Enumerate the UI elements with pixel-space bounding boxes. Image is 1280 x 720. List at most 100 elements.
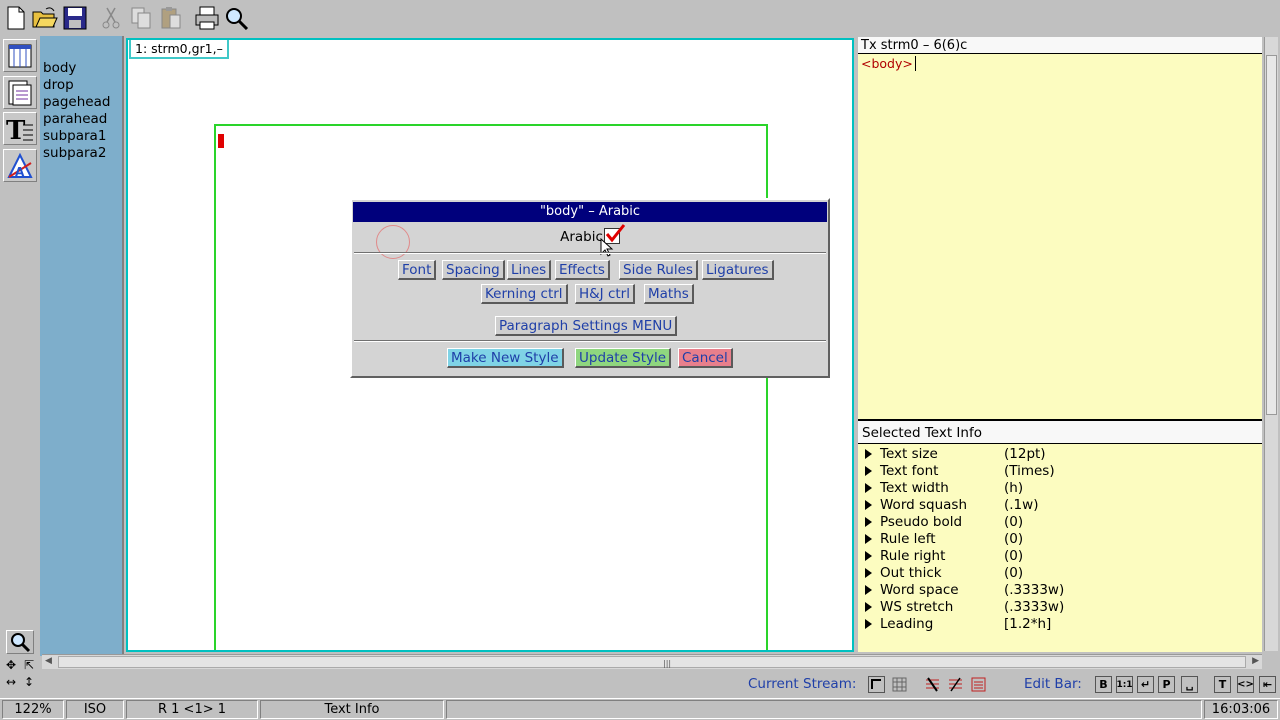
space-icon[interactable]: ␣ (1181, 676, 1198, 693)
ratio-icon[interactable]: 1:1 (1116, 676, 1133, 693)
stream-grid-icon[interactable] (891, 676, 908, 693)
cut-icon[interactable] (98, 4, 124, 32)
paragraph-settings-menu-button[interactable]: Paragraph Settings MENU (495, 316, 678, 336)
font-button[interactable]: Font (398, 260, 437, 280)
hj-ctrl-button[interactable]: H&J ctrl (575, 284, 635, 304)
select-arrow-icon[interactable]: ⇱ (21, 658, 37, 672)
clock: 16:03:06 (1204, 700, 1278, 719)
expand-triangle-icon[interactable] (865, 500, 872, 510)
expand-triangle-icon[interactable] (865, 534, 872, 544)
style-item-subpara2[interactable]: subpara2 (43, 145, 106, 162)
scrollbar-thumb[interactable]: ||| (58, 656, 1246, 668)
zoom-view-icon[interactable] (6, 630, 34, 654)
info-row-rule-right[interactable]: Rule right (0) (858, 548, 1262, 565)
book-tool-icon[interactable] (3, 39, 37, 72)
info-row-text-width[interactable]: Text width (h) (858, 480, 1262, 497)
style-list: body drop pagehead parahead subpara1 sub… (40, 36, 124, 656)
info-value: (h) (1004, 480, 1024, 496)
style-item-parahead[interactable]: parahead (43, 111, 107, 128)
expand-triangle-icon[interactable] (865, 551, 872, 561)
bold-icon[interactable]: B (1095, 676, 1112, 693)
expand-triangle-icon[interactable] (865, 483, 872, 493)
page-tool-icon[interactable] (3, 76, 37, 109)
scroll-right-arrow-icon[interactable]: ▶ (1252, 656, 1259, 666)
start-of-line-icon[interactable]: ⇤ (1259, 676, 1276, 693)
tag-mode-icon[interactable]: <> (1237, 676, 1254, 693)
move-icon[interactable]: ✥ (3, 658, 19, 672)
encoding-indicator: ISO (66, 700, 124, 719)
info-row-word-space[interactable]: Word space (.3333w) (858, 582, 1262, 599)
current-stream-label: Current Stream: (748, 676, 857, 692)
expand-triangle-icon[interactable] (865, 517, 872, 527)
arabic-label: Arabic (560, 229, 603, 245)
save-disk-icon[interactable] (62, 4, 88, 32)
open-folder-icon[interactable] (32, 4, 58, 32)
print-icon[interactable] (194, 4, 220, 32)
info-row-out-thick[interactable]: Out thick (0) (858, 565, 1262, 582)
info-row-leading[interactable]: Leading [1.2*h] (858, 616, 1262, 633)
maths-button[interactable]: Maths (644, 284, 694, 304)
info-row-ws-stretch[interactable]: WS stretch (.3333w) (858, 599, 1262, 616)
info-key: Rule right (880, 548, 946, 564)
spacing-button[interactable]: Spacing (442, 260, 505, 280)
style-item-drop[interactable]: drop (43, 77, 74, 94)
info-key: Text size (880, 446, 938, 462)
effects-button[interactable]: Effects (555, 260, 610, 280)
main-toolbar (0, 0, 1280, 36)
zoom-magnifier-icon[interactable] (224, 4, 250, 32)
update-style-button[interactable]: Update Style (575, 348, 672, 368)
graphics-tool-icon[interactable]: A (3, 149, 37, 182)
info-row-text-size[interactable]: Text size (12pt) (858, 446, 1262, 463)
scroll-left-arrow-icon[interactable]: ◀ (45, 656, 52, 666)
info-key: Word squash (880, 497, 968, 513)
document-tab[interactable]: 1: strm0,gr1,– (129, 40, 229, 59)
horizontal-scrollbar[interactable]: ◀ ||| ▶ (42, 654, 1262, 669)
expand-triangle-icon[interactable] (865, 449, 872, 459)
text-cursor (218, 134, 224, 148)
info-value: (0) (1004, 548, 1024, 564)
style-item-body[interactable]: body (43, 60, 76, 77)
style-item-subpara1[interactable]: subpara1 (43, 128, 106, 145)
editor-content: <body> (861, 56, 917, 71)
stream-cut-glyph (926, 677, 939, 692)
info-key: Text font (880, 463, 939, 479)
new-file-icon[interactable] (3, 4, 29, 32)
scrollbar-thumb[interactable] (1266, 55, 1277, 415)
info-row-pseudo-bold[interactable]: Pseudo bold (0) (858, 514, 1262, 531)
ligatures-button[interactable]: Ligatures (702, 260, 774, 280)
text-mode-icon[interactable]: T (1214, 676, 1231, 693)
cancel-button[interactable]: Cancel (678, 348, 733, 368)
expand-triangle-icon[interactable] (865, 466, 872, 476)
style-item-pagehead[interactable]: pagehead (43, 94, 110, 111)
expand-triangle-icon[interactable] (865, 602, 872, 612)
info-row-word-squash[interactable]: Word squash (.1w) (858, 497, 1262, 514)
copy-icon[interactable] (128, 4, 154, 32)
kerning-ctrl-button[interactable]: Kerning ctrl (481, 284, 568, 304)
stream-lines-glyph (971, 677, 986, 692)
zoom-level[interactable]: 122% (2, 700, 64, 719)
dialog-title: "body" – Arabic (353, 202, 827, 222)
paste-icon[interactable] (158, 4, 184, 32)
make-new-style-button[interactable]: Make New Style (447, 348, 564, 368)
stream-link-icon[interactable] (947, 676, 964, 693)
right-panel: Tx strm0 – 6(6)c <body> Selected Text In… (856, 36, 1280, 656)
stream-select-icon[interactable] (868, 676, 885, 693)
stream-cut-icon[interactable] (924, 676, 941, 693)
side-rules-button[interactable]: Side Rules (619, 260, 698, 280)
lines-button[interactable]: Lines (507, 260, 552, 280)
expand-triangle-icon[interactable] (865, 585, 872, 595)
return-icon[interactable]: ↵ (1137, 676, 1154, 693)
text-tool-icon[interactable]: T (3, 112, 37, 145)
vertical-scrollbar[interactable] (1264, 37, 1278, 651)
scrollbar-grip-icon: ||| (663, 659, 672, 668)
info-row-rule-left[interactable]: Rule left (0) (858, 531, 1262, 548)
expand-triangle-icon[interactable] (865, 568, 872, 578)
stream-lines-icon[interactable] (970, 676, 987, 693)
expand-triangle-icon[interactable] (865, 619, 872, 629)
paragraph-icon[interactable]: P (1158, 676, 1175, 693)
info-row-text-font[interactable]: Text font (Times) (858, 463, 1262, 480)
info-key: Leading (880, 616, 934, 632)
info-key: Out thick (880, 565, 942, 581)
text-stream-editor[interactable]: <body> (858, 54, 1262, 419)
info-key: Pseudo bold (880, 514, 963, 530)
